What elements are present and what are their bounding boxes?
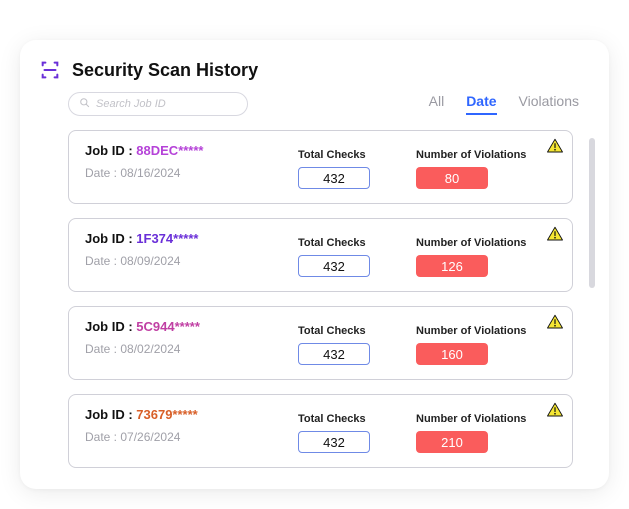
scan-list: Job ID : 88DEC***** Date : 08/16/2024 To… [68, 130, 573, 468]
warning-icon [546, 225, 564, 243]
total-checks-value: 432 [298, 255, 370, 277]
jobid-value: 5C944***** [136, 319, 200, 334]
total-checks-value: 432 [298, 167, 370, 189]
violations-col: Number of Violations 210 [416, 413, 556, 453]
total-checks-label: Total Checks [298, 325, 366, 337]
warning-icon [546, 313, 564, 331]
date-value: 08/16/2024 [120, 166, 180, 180]
scan-history-card: Security Scan History All Date Violation… [20, 40, 609, 489]
toolbar: All Date Violations [20, 92, 609, 124]
jobid-value: 73679***** [136, 407, 197, 422]
total-checks-value: 432 [298, 343, 370, 365]
page-title: Security Scan History [72, 60, 258, 81]
violations-col: Number of Violations 126 [416, 237, 556, 277]
violations-value: 160 [416, 343, 488, 365]
warning-icon [546, 401, 564, 419]
tab-date[interactable]: Date [466, 93, 496, 115]
date-label: Date : [85, 342, 120, 356]
filter-tabs: All Date Violations [429, 93, 589, 115]
violations-value: 210 [416, 431, 488, 453]
search-icon [79, 95, 90, 113]
violations-label: Number of Violations [416, 149, 526, 161]
date-label: Date : [85, 254, 120, 268]
total-checks-label: Total Checks [298, 237, 366, 249]
total-checks-col: Total Checks 432 [298, 149, 408, 189]
violations-label: Number of Violations [416, 325, 526, 337]
search-input[interactable] [96, 98, 237, 110]
jobid-value: 88DEC***** [136, 143, 203, 158]
total-checks-col: Total Checks 432 [298, 237, 408, 277]
app-logo-icon [38, 58, 62, 82]
scan-item[interactable]: Job ID : 1F374***** Date : 08/09/2024 To… [68, 218, 573, 292]
date-label: Date : [85, 166, 120, 180]
total-checks-col: Total Checks 432 [298, 413, 408, 453]
jobid-label: Job ID : [85, 319, 136, 334]
jobid-label: Job ID : [85, 143, 136, 158]
jobid-value: 1F374***** [136, 231, 198, 246]
total-checks-col: Total Checks 432 [298, 325, 408, 365]
scan-item[interactable]: Job ID : 73679***** Date : 07/26/2024 To… [68, 394, 573, 468]
total-checks-label: Total Checks [298, 149, 366, 161]
scan-item[interactable]: Job ID : 88DEC***** Date : 08/16/2024 To… [68, 130, 573, 204]
scan-list-container: Job ID : 88DEC***** Date : 08/16/2024 To… [20, 124, 609, 489]
scrollbar-thumb[interactable] [589, 138, 595, 288]
violations-col: Number of Violations 80 [416, 149, 556, 189]
jobid-line: Job ID : 5C944***** [85, 319, 290, 334]
violations-value: 126 [416, 255, 488, 277]
jobid-line: Job ID : 88DEC***** [85, 143, 290, 158]
date-line: Date : 07/26/2024 [85, 430, 290, 444]
header: Security Scan History [20, 40, 609, 92]
jobid-line: Job ID : 73679***** [85, 407, 290, 422]
date-value: 08/09/2024 [120, 254, 180, 268]
total-checks-label: Total Checks [298, 413, 366, 425]
jobid-label: Job ID : [85, 231, 136, 246]
date-line: Date : 08/02/2024 [85, 342, 290, 356]
date-line: Date : 08/09/2024 [85, 254, 290, 268]
jobid-label: Job ID : [85, 407, 136, 422]
violations-label: Number of Violations [416, 237, 526, 249]
scan-item[interactable]: Job ID : 5C944***** Date : 08/02/2024 To… [68, 306, 573, 380]
date-value: 08/02/2024 [120, 342, 180, 356]
date-value: 07/26/2024 [120, 430, 180, 444]
tab-all[interactable]: All [429, 93, 445, 113]
search-box[interactable] [68, 92, 248, 116]
date-label: Date : [85, 430, 120, 444]
date-line: Date : 08/16/2024 [85, 166, 290, 180]
scrollbar[interactable] [589, 138, 595, 338]
warning-icon [546, 137, 564, 155]
total-checks-value: 432 [298, 431, 370, 453]
violations-label: Number of Violations [416, 413, 526, 425]
jobid-line: Job ID : 1F374***** [85, 231, 290, 246]
violations-col: Number of Violations 160 [416, 325, 556, 365]
violations-value: 80 [416, 167, 488, 189]
tab-violations[interactable]: Violations [519, 93, 579, 113]
